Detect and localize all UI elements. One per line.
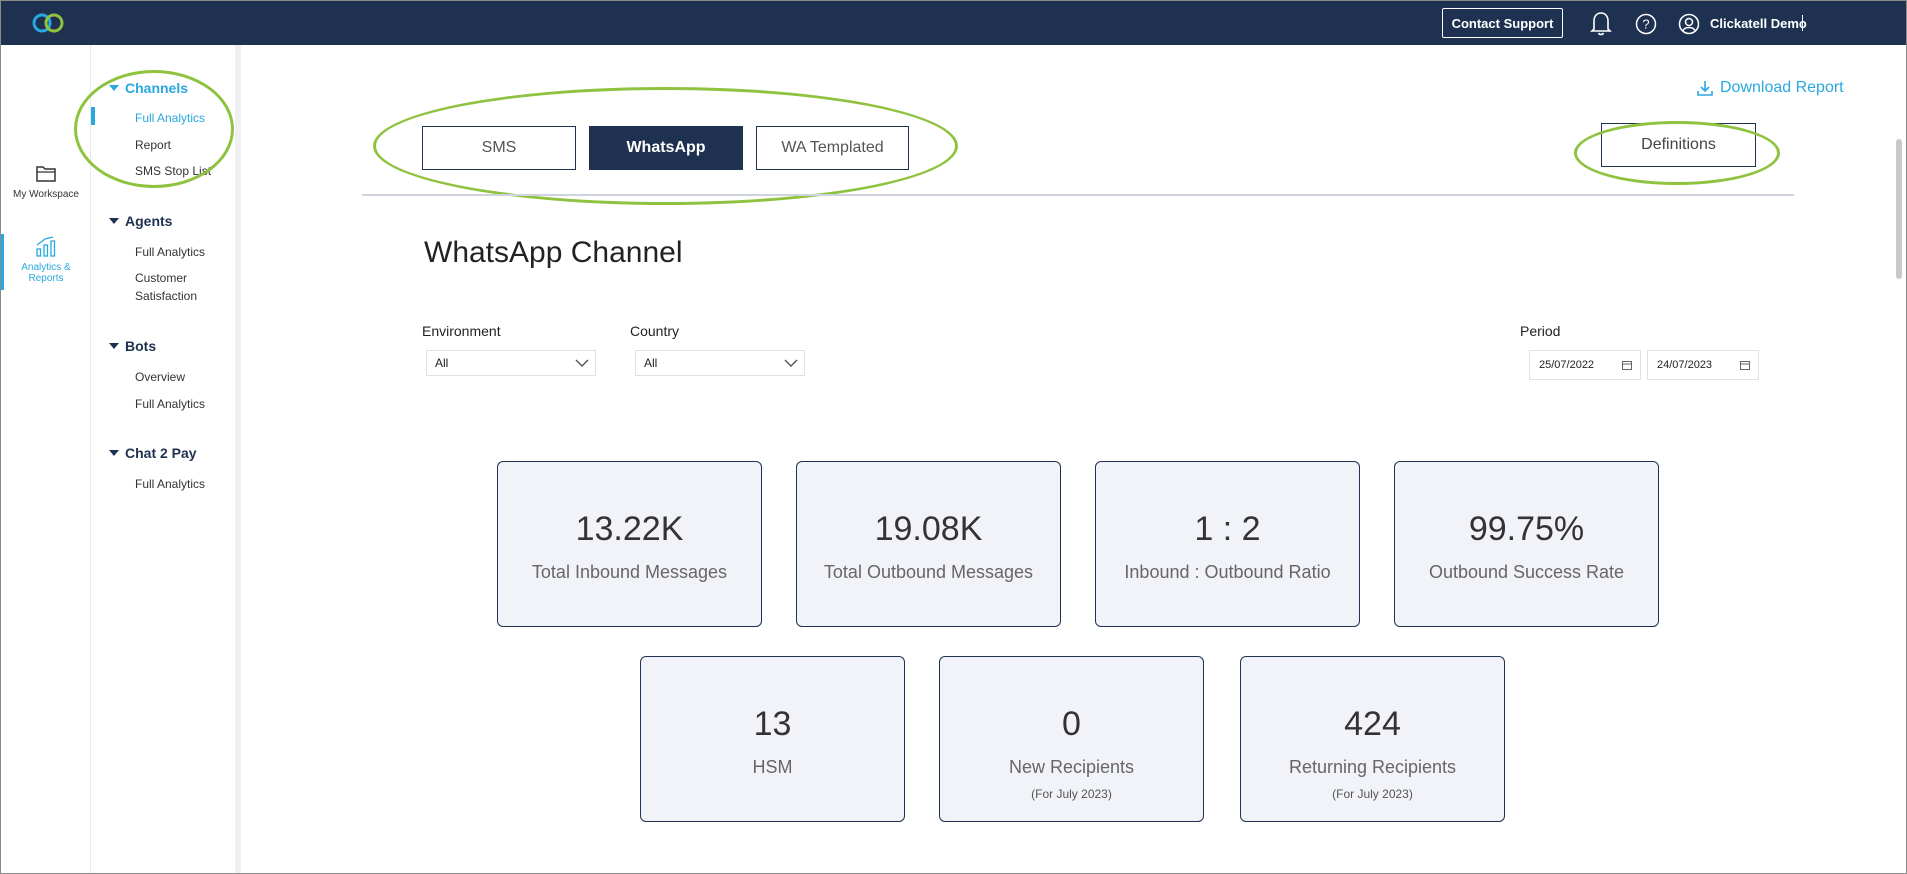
caret-down-icon (109, 343, 119, 349)
calendar-icon[interactable] (1622, 360, 1632, 370)
environment-select[interactable]: All (426, 350, 596, 376)
scrollbar-thumb[interactable] (1896, 139, 1902, 279)
tab-wa-templated[interactable]: WA Templated (756, 126, 909, 170)
rail-label-analytics: Analytics & (21, 262, 71, 273)
download-report-link[interactable]: Download Report (1696, 79, 1844, 97)
analytics-icon (36, 236, 56, 257)
nav-item-agents-full-analytics[interactable]: Full Analytics (135, 243, 235, 261)
nav-item-channels-report[interactable]: Report (135, 136, 235, 154)
nav-group-channels[interactable]: Channels (109, 80, 188, 96)
kpi-sublabel: (For July 2023) (1031, 787, 1112, 801)
nav-item-label-line2: Satisfaction (135, 289, 198, 303)
country-value: All (644, 356, 658, 370)
nav-item-label-line1: Customer (135, 271, 188, 285)
nav-item-sms-stop-list[interactable]: SMS Stop List (135, 162, 235, 180)
kpi-label: New Recipients (1008, 757, 1135, 777)
vertical-scrollbar[interactable] (1893, 85, 1905, 873)
caret-down-icon (109, 85, 119, 91)
nav-active-indicator (91, 107, 95, 125)
date-from-input[interactable]: 25/07/2022 (1529, 350, 1641, 380)
kpi-value: 1 : 2 (1194, 510, 1261, 548)
kpi-label: HSM (752, 757, 793, 777)
environment-value: All (435, 356, 449, 370)
nav-group-bots[interactable]: Bots (109, 338, 156, 354)
date-to-value: 24/07/2023 (1657, 359, 1713, 371)
kpi-label: Total Outbound Messages (823, 562, 1034, 582)
tab-whatsapp[interactable]: WhatsApp (589, 126, 743, 170)
caret-down-icon (109, 218, 119, 224)
notification-bell-icon[interactable] (1589, 10, 1613, 36)
kpi-label: Returning Recipients (1288, 757, 1457, 777)
environment-label: Environment (422, 323, 501, 339)
kpi-value: 13 (753, 705, 792, 743)
kpi-card-total-outbound: 19.08K Total Outbound Messages (796, 461, 1061, 627)
folder-icon (36, 166, 56, 182)
date-to-input[interactable]: 24/07/2023 (1647, 350, 1759, 380)
rail-item-my-workspace[interactable]: My Workspace (1, 163, 91, 200)
kpi-value: 13.22K (575, 510, 684, 548)
nav-group-label: Channels (125, 80, 189, 96)
header-divider (362, 194, 1794, 196)
tab-sms[interactable]: SMS (422, 126, 576, 170)
clickatell-logo-icon[interactable] (31, 12, 65, 34)
help-icon[interactable]: ? (1635, 13, 1657, 35)
kpi-card-total-inbound: 13.22K Total Inbound Messages (497, 461, 762, 627)
nav-group-label: Bots (125, 338, 157, 354)
rail-item-analytics-reports[interactable]: Analytics & Reports (1, 235, 91, 284)
kpi-value: 424 (1344, 705, 1401, 743)
download-icon (1697, 81, 1713, 96)
country-label: Country (630, 323, 680, 339)
nav-item-channels-full-analytics[interactable]: Full Analytics (135, 109, 235, 127)
caret-down-icon (109, 450, 119, 456)
chevron-down-icon (784, 359, 798, 367)
rail-label-my-workspace: My Workspace (13, 189, 79, 200)
user-separator (1802, 15, 1803, 31)
nav-group-label: Chat 2 Pay (125, 445, 197, 461)
nav-item-bots-full-analytics[interactable]: Full Analytics (135, 395, 235, 413)
nav-group-chat-2-pay[interactable]: Chat 2 Pay (109, 445, 197, 461)
date-from-value: 25/07/2022 (1539, 359, 1595, 371)
sidebar-nav: Channels Full Analytics Report SMS Stop … (74, 45, 241, 873)
user-name[interactable]: Clickatell Demo (1710, 16, 1807, 31)
nav-item-bots-overview[interactable]: Overview (135, 368, 235, 386)
calendar-icon[interactable] (1740, 360, 1750, 370)
kpi-value: 99.75% (1468, 510, 1585, 548)
svg-text:?: ? (1642, 17, 1649, 32)
nav-group-label: Agents (125, 213, 173, 229)
icon-rail: My Workspace Analytics & Reports (1, 45, 91, 873)
chevron-down-icon (575, 359, 589, 367)
kpi-label: Outbound Success Rate (1428, 562, 1625, 582)
kpi-card-hsm: 13 HSM (640, 656, 905, 822)
top-bar: Contact Support ? Clickatell Demo (1, 1, 1906, 45)
kpi-card-ratio: 1 : 2 Inbound : Outbound Ratio (1095, 461, 1360, 627)
user-avatar-icon[interactable] (1678, 13, 1700, 35)
kpi-card-returning-recipients: 424 Returning Recipients (For July 2023) (1240, 656, 1505, 822)
definitions-button[interactable]: Definitions (1601, 123, 1756, 167)
rail-label-reports: Reports (28, 273, 64, 284)
country-select[interactable]: All (635, 350, 805, 376)
period-label: Period (1520, 323, 1561, 339)
download-report-label: Download Report (1720, 79, 1844, 96)
kpi-sublabel: (For July 2023) (1332, 787, 1413, 801)
app-window: Contact Support ? Clickatell Demo My Wor… (0, 0, 1907, 874)
kpi-label: Total Inbound Messages (531, 562, 728, 582)
kpi-card-new-recipients: 0 New Recipients (For July 2023) (939, 656, 1204, 822)
nav-group-agents[interactable]: Agents (109, 213, 172, 229)
page-title: WhatsApp Channel (424, 236, 683, 269)
kpi-value: 19.08K (874, 510, 983, 548)
kpi-value: 0 (1062, 705, 1081, 743)
contact-support-button[interactable]: Contact Support (1442, 8, 1563, 38)
kpi-card-success-rate: 99.75% Outbound Success Rate (1394, 461, 1659, 627)
nav-item-customer-satisfaction[interactable]: Customer Satisfaction (135, 269, 235, 305)
kpi-label: Inbound : Outbound Ratio (1124, 562, 1331, 582)
nav-item-chat2pay-full-analytics[interactable]: Full Analytics (135, 475, 235, 493)
main-content: Download Report SMS WhatsApp WA Template… (247, 45, 1906, 873)
